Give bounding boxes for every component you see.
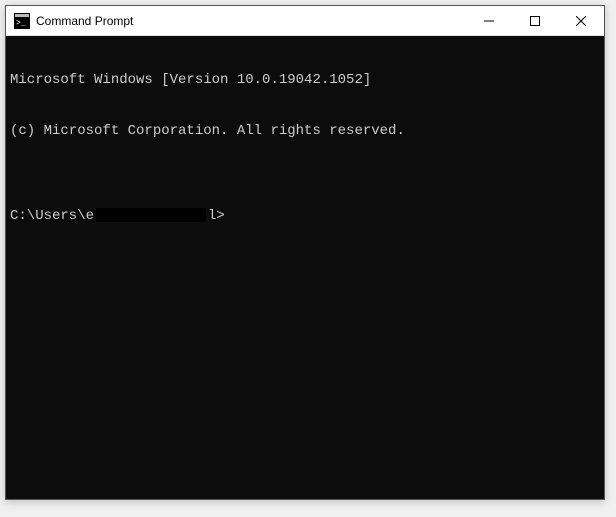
prompt-suffix: l> (208, 208, 225, 225)
prompt-prefix: C:\Users\e (10, 208, 94, 225)
copyright-line: (c) Microsoft Corporation. All rights re… (10, 123, 600, 140)
maximize-button[interactable] (512, 6, 558, 35)
window-title: Command Prompt (36, 14, 466, 28)
svg-text:>_: >_ (16, 19, 26, 28)
terminal-area[interactable]: Microsoft Windows [Version 10.0.19042.10… (6, 36, 604, 499)
redacted-username (96, 208, 206, 222)
command-prompt-window: >_ Command Prompt Microsoft Windows [Ver… (5, 5, 605, 500)
prompt-line: C:\Users\e l> (10, 208, 600, 225)
minimize-button[interactable] (466, 6, 512, 35)
close-button[interactable] (558, 6, 604, 35)
cmd-icon: >_ (14, 13, 30, 29)
titlebar[interactable]: >_ Command Prompt (6, 6, 604, 36)
window-controls (466, 6, 604, 35)
version-line: Microsoft Windows [Version 10.0.19042.10… (10, 72, 600, 89)
